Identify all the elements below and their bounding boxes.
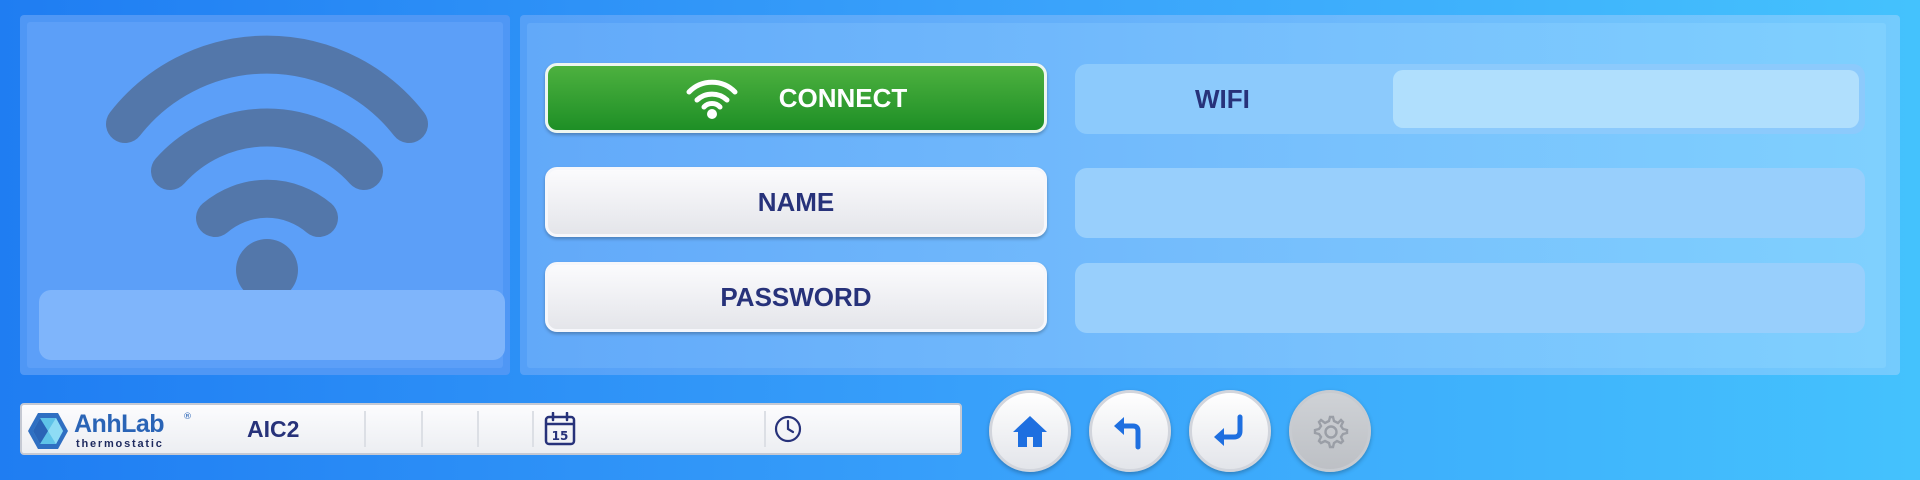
logo-tagline: thermostatic xyxy=(76,438,164,450)
wifi-status-panel xyxy=(20,15,510,375)
settings-button[interactable] xyxy=(1289,390,1371,472)
home-icon xyxy=(1013,416,1047,447)
divider xyxy=(364,411,366,447)
name-button[interactable]: NAME xyxy=(545,167,1047,237)
name-field[interactable] xyxy=(1075,168,1865,238)
back-button[interactable] xyxy=(1089,390,1171,472)
device-name: AIC2 xyxy=(247,416,300,442)
logo-name: AnhLab xyxy=(74,410,165,438)
enter-icon xyxy=(1214,414,1243,446)
wifi-status-panel-inner xyxy=(27,22,505,368)
calendar-icon: 15 xyxy=(544,412,576,446)
home-button[interactable] xyxy=(989,390,1071,472)
connect-button-label: CONNECT xyxy=(778,82,908,113)
divider xyxy=(421,411,423,447)
wifi-field: WIFI xyxy=(1075,64,1865,134)
clock-icon xyxy=(774,415,802,443)
back-icon xyxy=(1114,417,1141,450)
calendar-day: 15 xyxy=(552,429,569,443)
wifi-icon xyxy=(686,79,738,119)
brand-logo: AnhLab ® thermostatic xyxy=(26,409,196,451)
logo-icon xyxy=(28,413,68,449)
wifi-status-display xyxy=(39,290,505,360)
wifi-icon xyxy=(106,35,428,301)
password-button-label: PASSWORD xyxy=(720,281,872,312)
divider xyxy=(532,411,534,447)
logo-registered: ® xyxy=(183,412,192,422)
status-bar: AnhLab ® thermostatic AIC2 15 xyxy=(20,403,962,455)
divider xyxy=(477,411,479,447)
wifi-field-label: WIFI xyxy=(1195,84,1250,114)
gear-icon xyxy=(1313,415,1349,449)
password-field[interactable] xyxy=(1075,263,1865,333)
divider xyxy=(764,411,766,447)
name-button-label: NAME xyxy=(757,186,835,217)
password-button[interactable]: PASSWORD xyxy=(545,262,1047,332)
wifi-ssid-display[interactable] xyxy=(1393,70,1859,128)
connect-button[interactable]: CONNECT xyxy=(545,63,1047,133)
enter-button[interactable] xyxy=(1189,390,1271,472)
